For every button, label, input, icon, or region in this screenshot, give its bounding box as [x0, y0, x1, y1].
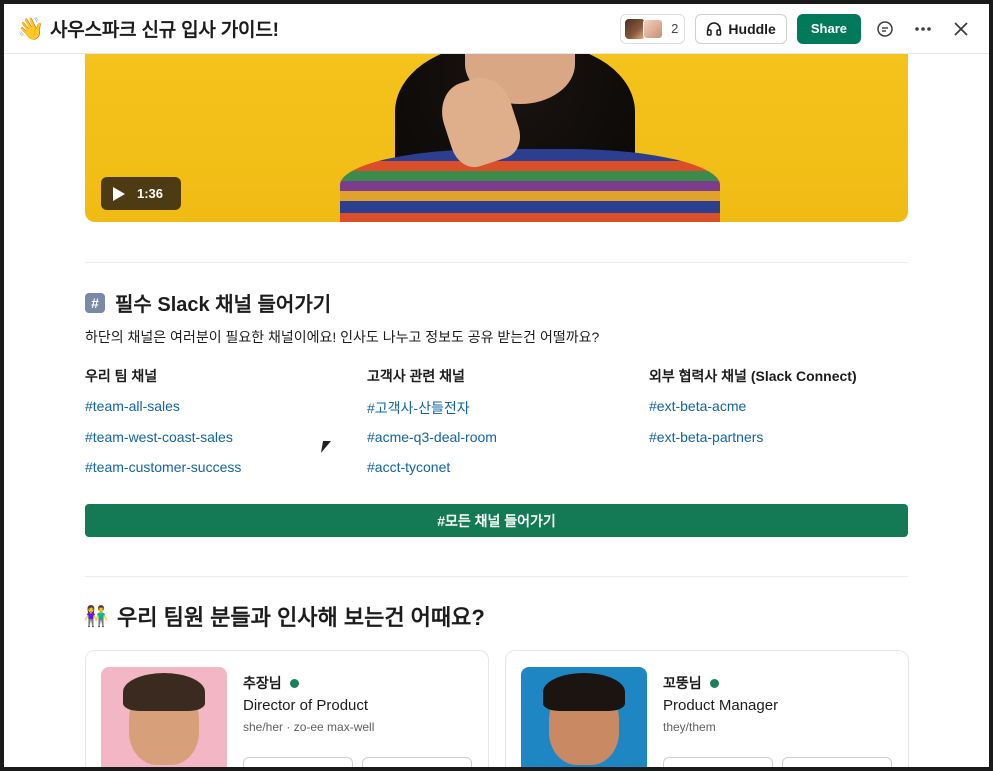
- channel-column-team: 우리 팀 채널 #team-all-sales #team-west-coast…: [85, 366, 355, 490]
- divider: [85, 576, 908, 577]
- share-label: Share: [810, 21, 847, 36]
- channel-link[interactable]: #acct-tyconet: [367, 459, 637, 477]
- member-photo-hair: [123, 673, 205, 711]
- member-name-row: 꼬뚱님: [663, 673, 719, 693]
- column-heading: 우리 팀 채널: [85, 368, 158, 384]
- title-wrap: 👋 사우스파크 신규 입사 가이드!: [17, 15, 279, 42]
- member-photo-hair: [543, 673, 625, 711]
- member-name[interactable]: 추장님: [243, 673, 282, 693]
- members-button[interactable]: 2: [620, 13, 686, 44]
- channels-title-text: 필수 Slack 채널 들어가기: [115, 294, 332, 316]
- share-button[interactable]: Share: [796, 13, 861, 44]
- canvas-window: 👋 사우스파크 신규 입사 가이드! 2 Huddle Share 1:36 #…: [4, 4, 989, 767]
- play-icon: [113, 186, 125, 201]
- member-photo: [521, 667, 647, 767]
- intro-video[interactable]: 1:36: [85, 54, 908, 222]
- channel-column-external: 외부 협력사 채널 (Slack Connect) #ext-beta-acme…: [649, 366, 919, 459]
- more-horizontal-icon: [915, 26, 931, 31]
- close-button[interactable]: [947, 15, 975, 43]
- column-heading: 고객사 관련 채널: [367, 368, 465, 384]
- member-pronouns: they/them: [663, 720, 716, 734]
- member-role: Director of Product: [243, 697, 369, 714]
- member-name[interactable]: 꼬뚱님: [663, 673, 702, 693]
- huddle-label: Huddle: [728, 20, 776, 37]
- canvas-title: 사우스파크 신규 입사 가이드!: [50, 20, 279, 41]
- avatar: [625, 18, 646, 39]
- message-button[interactable]: [663, 757, 773, 767]
- more-options-button[interactable]: [909, 15, 937, 43]
- comments-button[interactable]: [871, 15, 899, 43]
- play-button[interactable]: 1:36: [101, 177, 181, 210]
- online-status-icon: [709, 678, 719, 688]
- video-thumbnail-sweater: [340, 149, 720, 222]
- comment-icon: [877, 20, 893, 37]
- channel-link[interactable]: #team-west-coast-sales: [85, 429, 355, 447]
- member-count: 2: [671, 21, 679, 36]
- member-pronouns: she/her · zo-ee max-well: [243, 720, 375, 734]
- channel-link[interactable]: #고객사-산들전자: [367, 398, 637, 416]
- channels-section-title: # 필수 Slack 채널 들어가기: [85, 288, 331, 317]
- channel-link[interactable]: #acme-q3-deal-room: [367, 429, 637, 447]
- channel-link[interactable]: #team-all-sales: [85, 398, 355, 416]
- member-name-row: 추장님: [243, 673, 299, 693]
- channel-column-customers: 고객사 관련 채널 #고객사-산들전자 #acme-q3-deal-room #…: [367, 366, 637, 490]
- headphones-icon: [707, 21, 722, 36]
- people-icon: 👫: [83, 605, 109, 628]
- join-all-channels-label: #모든 채널 들어가기: [437, 512, 556, 529]
- huddle-member-button[interactable]: [362, 757, 472, 767]
- join-all-channels-button[interactable]: #모든 채널 들어가기: [85, 504, 908, 537]
- huddle-member-button[interactable]: [782, 757, 892, 767]
- team-title-text: 우리 팀원 분들과 인사해 보는건 어때요?: [117, 605, 485, 630]
- header-actions: 2 Huddle Share: [620, 13, 975, 44]
- member-card[interactable]: 추장님 Director of Product she/her · zo-ee …: [85, 650, 489, 767]
- message-button[interactable]: [243, 757, 353, 767]
- online-status-icon: [289, 678, 299, 688]
- channels-description: 하단의 채널은 여러분이 필요한 채널이에요! 인사도 나누고 정보도 공유 받…: [85, 329, 600, 345]
- channel-link[interactable]: #ext-beta-acme: [649, 398, 919, 416]
- waving-hand-icon: 👋: [17, 15, 45, 41]
- avatar: [643, 18, 664, 39]
- canvas-header: 👋 사우스파크 신규 입사 가이드! 2 Huddle Share: [4, 4, 989, 54]
- team-section-title: 👫 우리 팀원 분들과 인사해 보는건 어때요?: [83, 600, 485, 632]
- member-card[interactable]: 꼬뚱님 Product Manager they/them: [505, 650, 909, 767]
- channel-link[interactable]: #team-customer-success: [85, 459, 355, 477]
- close-icon: [954, 21, 968, 36]
- column-heading: 외부 협력사 채널 (Slack Connect): [649, 368, 857, 384]
- huddle-button[interactable]: Huddle: [695, 13, 787, 44]
- divider: [85, 262, 908, 263]
- channel-link[interactable]: #ext-beta-partners: [649, 429, 919, 447]
- hash-icon: #: [85, 292, 105, 313]
- member-role: Product Manager: [663, 697, 779, 714]
- video-duration: 1:36: [137, 186, 164, 201]
- member-photo: [101, 667, 227, 767]
